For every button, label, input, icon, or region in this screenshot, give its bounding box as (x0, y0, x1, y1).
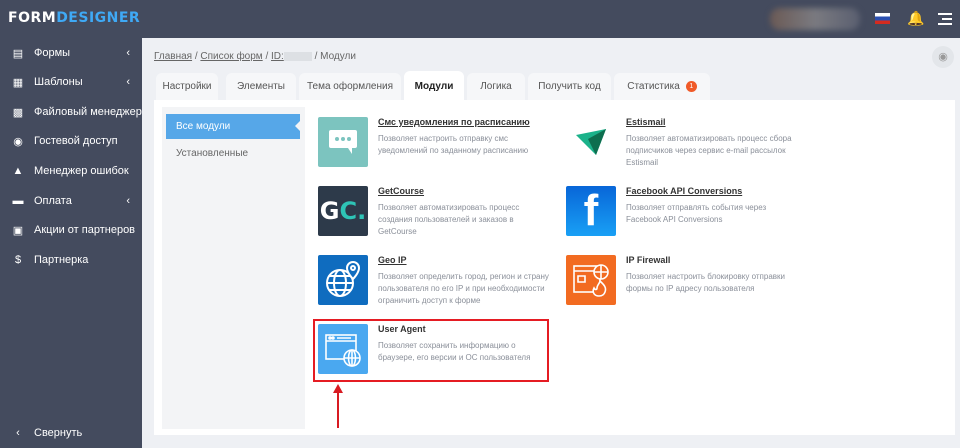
module-description: Позволяет автоматизировать процесс созда… (378, 203, 520, 236)
user-profile-blurred[interactable] (770, 8, 860, 30)
module-sms[interactable]: Смс уведомления по расписанию Позволяет … (318, 117, 558, 177)
sidebar: ▤ Формы ‹ ▦ Шаблоны ‹ ▩ Файловый менеджер ◉ Го… (0, 38, 142, 448)
module-ip-firewall[interactable]: IP Firewall Позволяет настроить блокиров… (566, 255, 806, 315)
chevron-left-icon: ‹ (126, 76, 130, 88)
folder-icon: ▩ (12, 106, 24, 119)
breadcrumb-home[interactable]: Главная (154, 51, 192, 62)
form-icon: ▤ (12, 47, 24, 60)
module-title[interactable]: Смс уведомления по расписанию (378, 117, 530, 127)
facebook-icon: f (566, 186, 616, 236)
sidebar-item-file-manager[interactable]: ▩ Файловый менеджер (0, 100, 142, 124)
russia-flag-icon[interactable] (875, 13, 890, 24)
module-title[interactable]: Estismail (626, 117, 666, 127)
module-geoip[interactable]: Geo IP Позволяет определить город, регио… (318, 255, 558, 315)
module-description: Позволяет определить город, регион и стр… (378, 272, 549, 305)
module-description: Позволяет автоматизировать процесс сбора… (626, 134, 792, 167)
breadcrumb: Главная / Список форм / ID: / Модули (154, 51, 356, 62)
tab-statistics[interactable]: Статистика 1 (614, 73, 710, 100)
tab-settings[interactable]: Настройки (156, 73, 218, 100)
tab-theme[interactable]: Тема оформления (299, 73, 401, 100)
module-description: Позволяет отправлять события через Faceb… (626, 203, 767, 224)
estismail-logo-icon (566, 117, 616, 167)
tab-get-code[interactable]: Получить код (528, 73, 611, 100)
warning-icon: ▲ (12, 165, 24, 177)
menu-icon[interactable] (938, 13, 952, 28)
sidebar-item-payment[interactable]: ▬ Оплата ‹ (0, 189, 142, 213)
chevron-left-icon: ‹ (126, 47, 130, 59)
breadcrumb-forms[interactable]: Список форм (200, 51, 262, 62)
filter-all-modules[interactable]: Все модули (166, 114, 301, 139)
globe-pin-icon (318, 255, 368, 305)
filter-installed[interactable]: Установленные (166, 141, 300, 166)
tab-logic[interactable]: Логика (467, 73, 525, 100)
sidebar-item-error-manager[interactable]: ▲ Менеджер ошибок (0, 159, 142, 183)
sidebar-item-templates[interactable]: ▦ Шаблоны ‹ (0, 70, 142, 94)
module-description: Позволяет настроить отправку смс уведомл… (378, 134, 529, 155)
module-title[interactable]: Geo IP (378, 255, 407, 265)
highlight-box (313, 319, 549, 382)
notification-badge: 1 (685, 81, 697, 92)
module-title[interactable]: GetCourse (378, 186, 424, 196)
getcourse-logo-icon: G C. (318, 186, 368, 236)
chevron-left-icon: ‹ (126, 195, 130, 207)
module-description: Позволяет настроить блокировку отправки … (626, 272, 785, 293)
annotation-arrow (337, 392, 339, 428)
user-icon: ◉ (13, 135, 23, 148)
module-estismail[interactable]: Estismail Позволяет автоматизировать про… (566, 117, 806, 177)
module-facebook[interactable]: f Facebook API Conversions Позволяет отп… (566, 186, 806, 246)
module-title[interactable]: Facebook API Conversions (626, 186, 742, 196)
card-icon: ▬ (12, 195, 24, 207)
sidebar-item-forms[interactable]: ▤ Формы ‹ (0, 41, 142, 65)
sidebar-item-affiliate[interactable]: $ Партнерка (0, 248, 142, 272)
sidebar-item-guest-access[interactable]: ◉ Гостевой доступ (0, 129, 142, 153)
module-title[interactable]: IP Firewall (626, 255, 670, 265)
sidebar-item-partner-offers[interactable]: ▣ Акции от партнеров (0, 218, 142, 242)
tab-elements[interactable]: Элементы (226, 73, 296, 100)
eye-icon[interactable]: ◉ (932, 46, 954, 68)
chevron-left-icon: ‹ (16, 427, 20, 439)
gift-icon: ▣ (12, 224, 24, 237)
module-getcourse[interactable]: G C. GetCourse Позволяет автоматизировать… (318, 186, 558, 246)
chat-icon (318, 117, 368, 167)
breadcrumb-id[interactable]: ID: (271, 51, 284, 62)
top-header: FORMDESIGNER 🔔 (0, 0, 960, 38)
logo[interactable]: FORMDESIGNER (8, 10, 140, 26)
template-icon: ▦ (12, 76, 24, 89)
dollar-icon: $ (14, 254, 22, 266)
tab-modules[interactable]: Модули (404, 71, 464, 101)
bell-icon[interactable]: 🔔 (907, 10, 924, 27)
firewall-icon (566, 255, 616, 305)
collapse-sidebar-button[interactable]: ‹ Свернуть (0, 421, 142, 445)
